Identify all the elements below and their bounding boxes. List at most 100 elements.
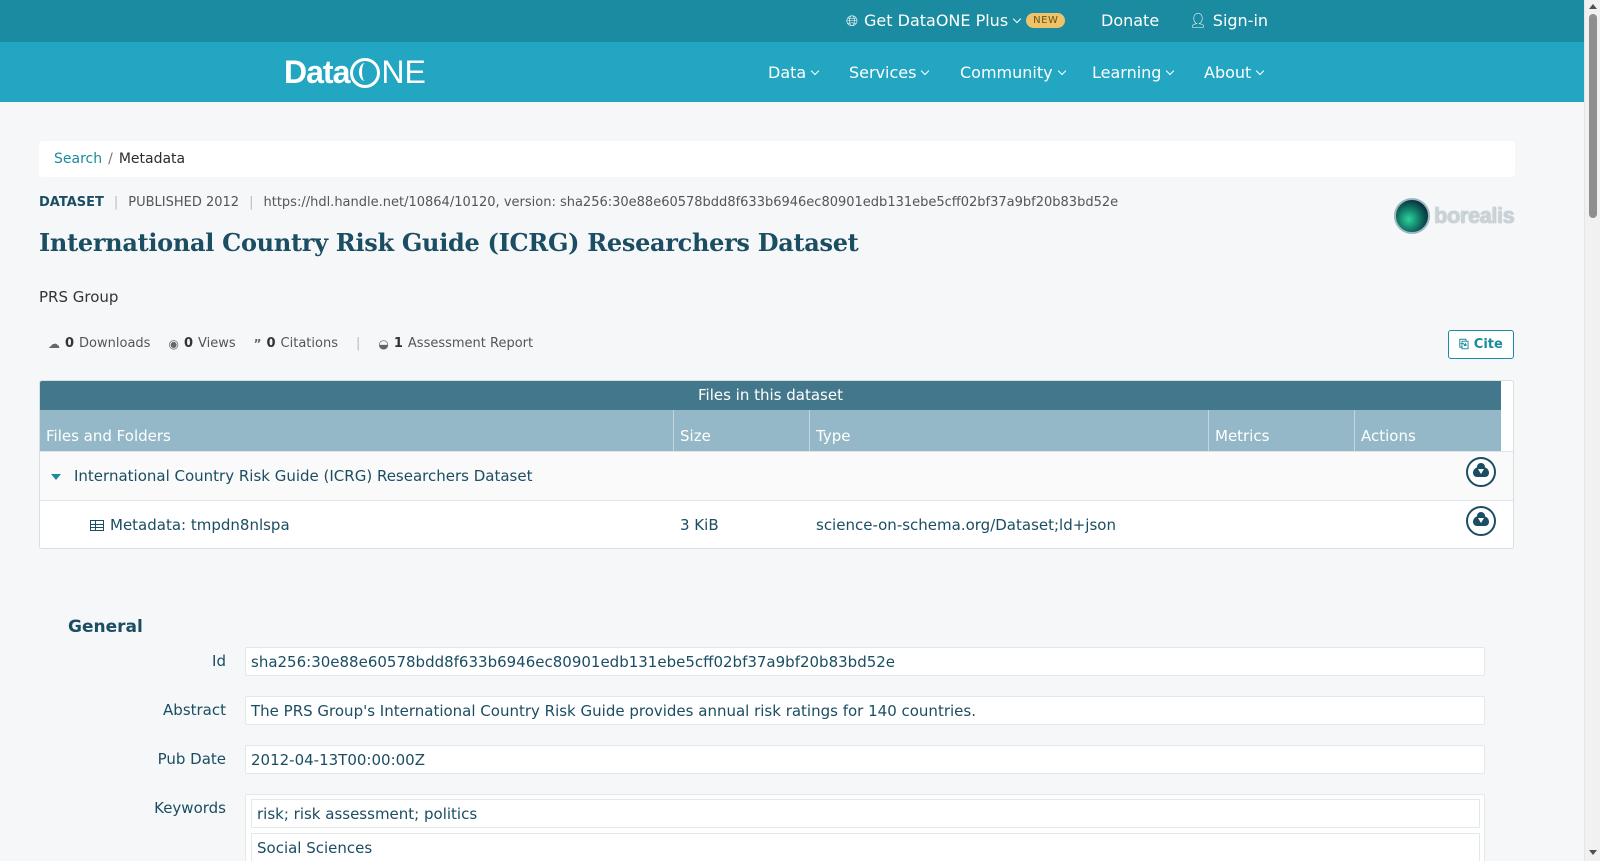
repository-logo-text: borealis — [1434, 203, 1515, 228]
cite-button-label: Cite — [1473, 337, 1503, 352]
column-type[interactable]: Type — [810, 410, 1209, 451]
dataone-logo[interactable]: Data NE — [284, 54, 426, 91]
table-row-folder[interactable]: International Country Risk Guide (ICRG) … — [40, 451, 1513, 500]
new-badge: NEW — [1026, 13, 1066, 28]
table-row-file[interactable]: Metadata: tmpdn8nlspa 3 KiB science-on-s… — [40, 500, 1513, 548]
user-icon: 👤︎ — [1189, 12, 1207, 29]
abstract-value: The PRS Group's International Country Ri… — [245, 696, 1485, 725]
scroll-up-arrow-icon[interactable] — [1589, 4, 1597, 9]
breadcrumb-search-link[interactable]: Search — [54, 151, 102, 167]
quote-icon: ” — [253, 336, 262, 351]
cite-button[interactable]: ⎘ Cite — [1448, 330, 1514, 359]
cloud-download-icon: ☁︎ — [48, 336, 60, 351]
logo-text-ne: NE — [381, 54, 426, 90]
downloads-metric[interactable]: ☁︎ 0 Downloads — [48, 336, 150, 351]
published-year: PUBLISHED 2012 — [128, 195, 240, 210]
file-name-cell[interactable]: Metadata: tmpdn8nlspa — [90, 516, 290, 534]
table-icon — [90, 520, 104, 531]
copy-icon: ⎘ — [1459, 337, 1469, 351]
downloads-count: 0 — [65, 336, 75, 351]
nav-learning[interactable]: Learning — [1092, 63, 1175, 82]
chevron-down-icon — [810, 66, 820, 75]
keyword-item: risk; risk assessment; politics — [251, 799, 1480, 828]
eye-icon: ◉ — [168, 336, 179, 351]
keywords-list: risk; risk assessment; politics Social S… — [245, 794, 1485, 861]
divider: | — [249, 195, 254, 210]
files-table-header-row: Files and Folders Size Type Metrics Acti… — [40, 410, 1501, 451]
chevron-down-icon — [1166, 66, 1175, 75]
citations-label: Citations — [280, 336, 338, 351]
chevron-down-icon — [1256, 66, 1265, 75]
gauge-icon: ◒ — [378, 336, 389, 351]
dataset-creator: PRS Group — [39, 288, 119, 306]
column-metrics: Metrics — [1209, 410, 1355, 451]
sign-in-link[interactable]: 👤︎ Sign-in — [1189, 11, 1268, 30]
logo-globe-icon — [350, 57, 381, 88]
column-files-and-folders[interactable]: Files and Folders — [40, 410, 674, 451]
dataset-title: International Country Risk Guide (ICRG) … — [39, 228, 859, 257]
folder-name[interactable]: International Country Risk Guide (ICRG) … — [74, 467, 532, 485]
abstract-label: Abstract — [163, 701, 226, 719]
file-type: science-on-schema.org/Dataset;ld+json — [816, 516, 1116, 534]
breadcrumb: Search / Metadata — [39, 141, 1515, 177]
cloud-download-icon — [1473, 512, 1489, 526]
citations-count: 0 — [266, 336, 276, 351]
breadcrumb-separator: / — [108, 151, 113, 167]
views-count: 0 — [183, 336, 193, 351]
scroll-down-arrow-icon[interactable] — [1589, 850, 1597, 855]
general-section-heading: General — [68, 617, 143, 637]
chevron-down-icon — [921, 66, 930, 75]
downloads-label: Downloads — [79, 336, 151, 351]
files-table: Files in this dataset Files and Folders … — [39, 380, 1514, 549]
file-size: 3 KiB — [680, 516, 719, 534]
assessment-report-metric[interactable]: ◒ 1 Assessment Report — [378, 336, 533, 351]
nav-services[interactable]: Services — [849, 63, 930, 82]
nav-services-label: Services — [849, 63, 917, 82]
caret-down-icon[interactable] — [51, 474, 61, 480]
chevron-down-icon — [1012, 14, 1022, 23]
dataset-metrics: ☁︎ 0 Downloads ◉ 0 Views ” 0 Citations |… — [48, 336, 533, 351]
views-metric[interactable]: ◉ 0 Views — [168, 336, 235, 351]
main-navbar: Data NE Data Services Community Learning … — [0, 42, 1584, 102]
keyword-item: Social Sciences — [251, 833, 1480, 861]
pub-date-value: 2012-04-13T00:00:00Z — [245, 745, 1485, 774]
cloud-download-icon — [1473, 463, 1489, 477]
pub-date-label: Pub Date — [157, 750, 226, 768]
column-actions: Actions — [1361, 427, 1416, 445]
donate-link[interactable]: Donate — [1101, 11, 1159, 30]
file-name: Metadata: tmpdn8nlspa — [110, 516, 290, 534]
divider: | — [355, 336, 361, 351]
nav-about[interactable]: About — [1204, 63, 1265, 82]
breadcrumb-current: Metadata — [118, 151, 186, 167]
column-size[interactable]: Size — [674, 410, 810, 451]
nav-community-label: Community — [960, 63, 1053, 82]
globe-icon: 🌐︎ — [846, 11, 859, 30]
assessment-label: Assessment Report — [407, 336, 534, 351]
logo-text-data: Data — [284, 54, 350, 90]
files-table-title: Files in this dataset — [40, 381, 1501, 410]
views-label: Views — [197, 336, 236, 351]
chevron-down-icon — [1057, 66, 1066, 75]
nav-data-label: Data — [768, 63, 807, 82]
top-utility-bar: 🌐︎ Get DataONE Plus NEW Donate 👤︎ Sign-i… — [0, 0, 1584, 42]
scrollbar-thumb[interactable] — [1589, 14, 1597, 218]
divider: | — [113, 195, 119, 210]
id-value: sha256:30e88e60578bdd8f633b6946ec80901ed… — [245, 647, 1485, 676]
id-label: Id — [212, 652, 226, 670]
dataset-identifier: https://hdl.handle.net/10864/10120, vers… — [263, 195, 1119, 210]
download-folder-button[interactable] — [1466, 457, 1496, 487]
nav-learning-label: Learning — [1092, 63, 1162, 82]
nav-about-label: About — [1204, 63, 1252, 82]
repository-logo[interactable]: borealis — [1394, 198, 1515, 234]
keywords-label: Keywords — [154, 799, 226, 817]
citations-metric[interactable]: ” 0 Citations — [254, 336, 338, 351]
nav-community[interactable]: Community — [960, 63, 1066, 82]
nav-data[interactable]: Data — [768, 63, 820, 82]
get-dataone-plus-label: Get DataONE Plus — [864, 11, 1009, 30]
download-file-button[interactable] — [1466, 506, 1496, 536]
dataset-meta-line: DATASET | PUBLISHED 2012 | https://hdl.h… — [39, 195, 1118, 210]
page-scrollbar[interactable] — [1584, 0, 1600, 861]
dataset-type-label: DATASET — [39, 195, 104, 210]
get-dataone-plus-menu[interactable]: 🌐︎ Get DataONE Plus NEW — [846, 11, 1066, 30]
borealis-logo-icon — [1394, 198, 1430, 234]
